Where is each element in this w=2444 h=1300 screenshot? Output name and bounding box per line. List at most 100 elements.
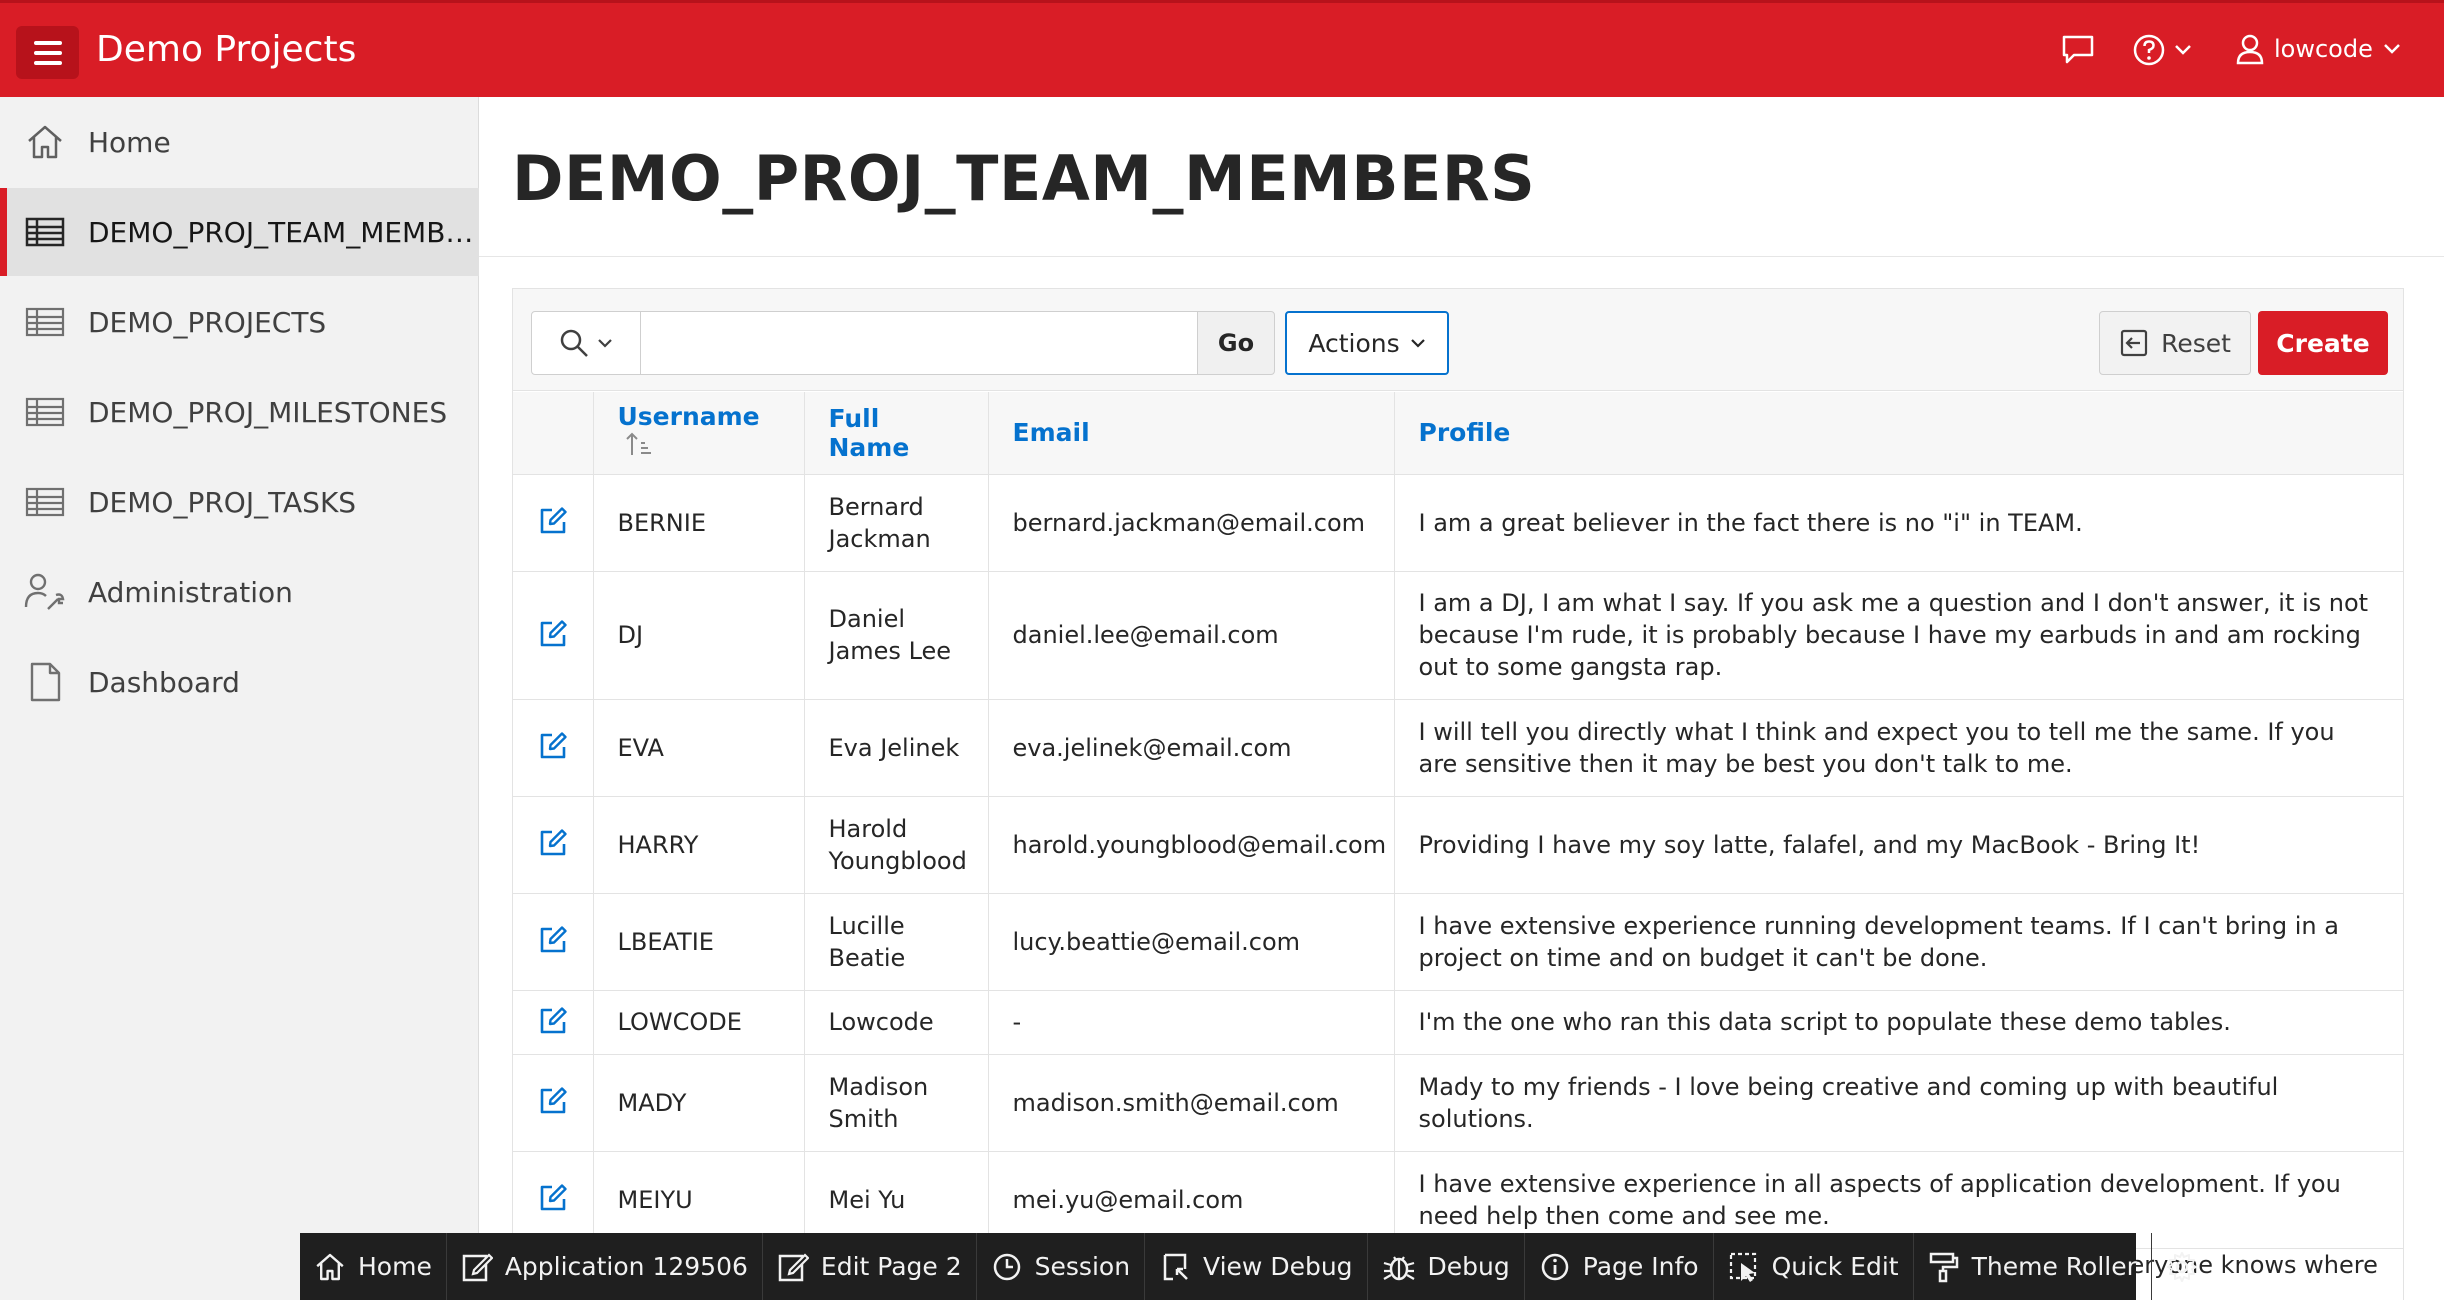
search-icon (560, 329, 588, 357)
sidebar-item-milestones[interactable]: DEMO_PROJ_MILESTONES (0, 368, 479, 456)
feedback-icon[interactable] (2060, 33, 2096, 71)
user-icon (2236, 34, 2264, 65)
developer-toolbar: Home Application 129506 Edit Page 2 Sess… (300, 1233, 2197, 1300)
column-header-full-name[interactable]: Full Name (804, 392, 989, 475)
row-edit-cell (513, 474, 594, 572)
cell-full-name: Harold Youngblood (804, 796, 989, 894)
sidebar-item-label: Administration (88, 575, 293, 609)
help-menu[interactable] (2132, 33, 2192, 67)
dev-theme-roller-button[interactable]: Theme Roller (1914, 1233, 2152, 1300)
edit-row-icon[interactable] (533, 726, 573, 766)
actions-menu-button[interactable]: Actions (1285, 311, 1449, 375)
dev-application-button[interactable]: Application 129506 (447, 1233, 763, 1300)
cell-email: harold.youngblood@email.com (988, 796, 1395, 894)
hamburger-menu-button[interactable] (16, 26, 79, 79)
search-input[interactable] (641, 311, 1198, 375)
cell-username: DJ (593, 571, 805, 700)
cell-full-name: Lucille Beatie (804, 893, 989, 991)
report-toolbar: Go Actions Reset Create (513, 289, 2403, 391)
cell-profile: I am a DJ, I am what I say. If you ask m… (1394, 571, 2404, 700)
dev-page-info-button[interactable]: Page Info (1525, 1233, 1714, 1300)
cell-profile: Mady to my friends - I love being creati… (1394, 1054, 2404, 1152)
title-divider (479, 256, 2444, 257)
row-edit-cell (513, 893, 594, 991)
dev-settings-button[interactable] (2152, 1233, 2212, 1300)
cell-username: MADY (593, 1054, 805, 1152)
sidebar-item-label: DEMO_PROJ_MILESTONES (88, 395, 448, 429)
dev-home-label: Home (358, 1252, 432, 1281)
dev-session-button[interactable]: Session (977, 1233, 1146, 1300)
dev-debug-button[interactable]: Debug (1368, 1233, 1525, 1300)
table-icon (24, 481, 66, 523)
chevron-down-icon (598, 339, 612, 348)
dev-view-debug-button[interactable]: View Debug (1145, 1233, 1368, 1300)
edit-row-icon[interactable] (533, 1001, 573, 1041)
column-header-email[interactable]: Email (988, 392, 1395, 475)
bug-icon (1383, 1255, 1415, 1280)
search-column-selector[interactable] (531, 311, 641, 375)
go-button[interactable]: Go (1197, 311, 1275, 375)
sidebar-item-label: DEMO_PROJ_TEAM_MEMBERS (88, 215, 478, 249)
chevron-down-icon (2383, 44, 2400, 54)
column-header-label: Username (617, 402, 760, 432)
create-button[interactable]: Create (2258, 311, 2388, 375)
cell-full-name: Eva Jelinek (804, 699, 989, 797)
table-icon (24, 391, 66, 433)
row-edit-cell (513, 796, 594, 894)
app-title[interactable]: Demo Projects (96, 29, 356, 70)
menu-bar (33, 40, 62, 45)
column-header-username[interactable]: Username (593, 392, 805, 475)
edit-row-icon[interactable] (533, 1178, 573, 1218)
dev-home-button[interactable]: Home (300, 1233, 447, 1300)
page-title: DEMO_PROJ_TEAM_MEMBERS (512, 142, 1536, 215)
menu-bar (33, 60, 62, 65)
user-name: lowcode (2274, 35, 2373, 63)
user-wrench-icon (24, 571, 66, 613)
edit-row-icon[interactable] (533, 1081, 573, 1121)
cell-profile: Providing I have my soy latte, falafel, … (1394, 796, 2404, 894)
table-row: LBEATIE Lucille Beatie lucy.beattie@email.… (513, 893, 2404, 991)
edit-row-icon[interactable] (533, 614, 573, 654)
dev-quick-edit-button[interactable]: Quick Edit (1714, 1233, 1914, 1300)
table-row: MADY Madison Smith madison.smith@email.com… (513, 1054, 2404, 1152)
sidebar-nav: Home DEMO_PROJ_TEAM_MEMBERS DEMO_PROJECT… (0, 97, 479, 1300)
cell-username: HARRY (593, 796, 805, 894)
column-header-profile[interactable]: Profile (1394, 392, 2404, 475)
sidebar-item-home[interactable]: Home (0, 98, 479, 186)
cell-username: LOWCODE (593, 990, 805, 1055)
sidebar-item-administration[interactable]: Administration (0, 548, 479, 636)
user-menu[interactable]: lowcode (2236, 33, 2401, 65)
cell-profile: I'm the one who ran this data script to … (1394, 990, 2404, 1055)
column-header-edit (513, 392, 594, 475)
sidebar-item-team-members[interactable]: DEMO_PROJ_TEAM_MEMBERS (0, 188, 479, 276)
cell-email: bernard.jackman@email.com (988, 474, 1395, 572)
dev-theme-roller-label: Theme Roller (1971, 1252, 2137, 1281)
dev-page-info-label: Page Info (1582, 1252, 1699, 1281)
sort-ascending-icon (625, 431, 652, 463)
chevron-down-icon (1410, 339, 1425, 348)
actions-label: Actions (1308, 328, 1400, 358)
table-row: HARRY Harold Youngblood harold.youngblood@… (513, 796, 2404, 894)
reset-button[interactable]: Reset (2099, 311, 2251, 375)
table-row: LOWCODE Lowcode - I'm the one who ran this … (513, 990, 2404, 1055)
cell-profile: I am a great believer in the fact there … (1394, 474, 2404, 572)
row-edit-cell (513, 990, 594, 1055)
edit-icon (462, 1252, 493, 1281)
help-icon (2133, 34, 2165, 66)
home-icon (24, 121, 66, 163)
dev-debug-label: Debug (1427, 1252, 1510, 1281)
sidebar-item-dashboard[interactable]: Dashboard (0, 638, 479, 726)
chevron-down-icon (2175, 45, 2191, 55)
dev-edit-page-button[interactable]: Edit Page 2 (763, 1233, 977, 1300)
reset-label: Reset (2161, 328, 2231, 358)
sidebar-item-tasks[interactable]: DEMO_PROJ_TASKS (0, 458, 479, 546)
app-header: Demo Projects lowcode (0, 0, 2444, 97)
cell-username: BERNIE (593, 474, 805, 572)
edit-row-icon[interactable] (533, 501, 573, 541)
file-icon (24, 661, 66, 703)
sidebar-item-projects[interactable]: DEMO_PROJECTS (0, 278, 479, 366)
report-table: Username Full Name Email Profile BERNIE B… (513, 392, 2404, 1300)
edit-row-icon[interactable] (533, 823, 573, 863)
home-icon (316, 1253, 344, 1280)
edit-row-icon[interactable] (533, 920, 573, 960)
